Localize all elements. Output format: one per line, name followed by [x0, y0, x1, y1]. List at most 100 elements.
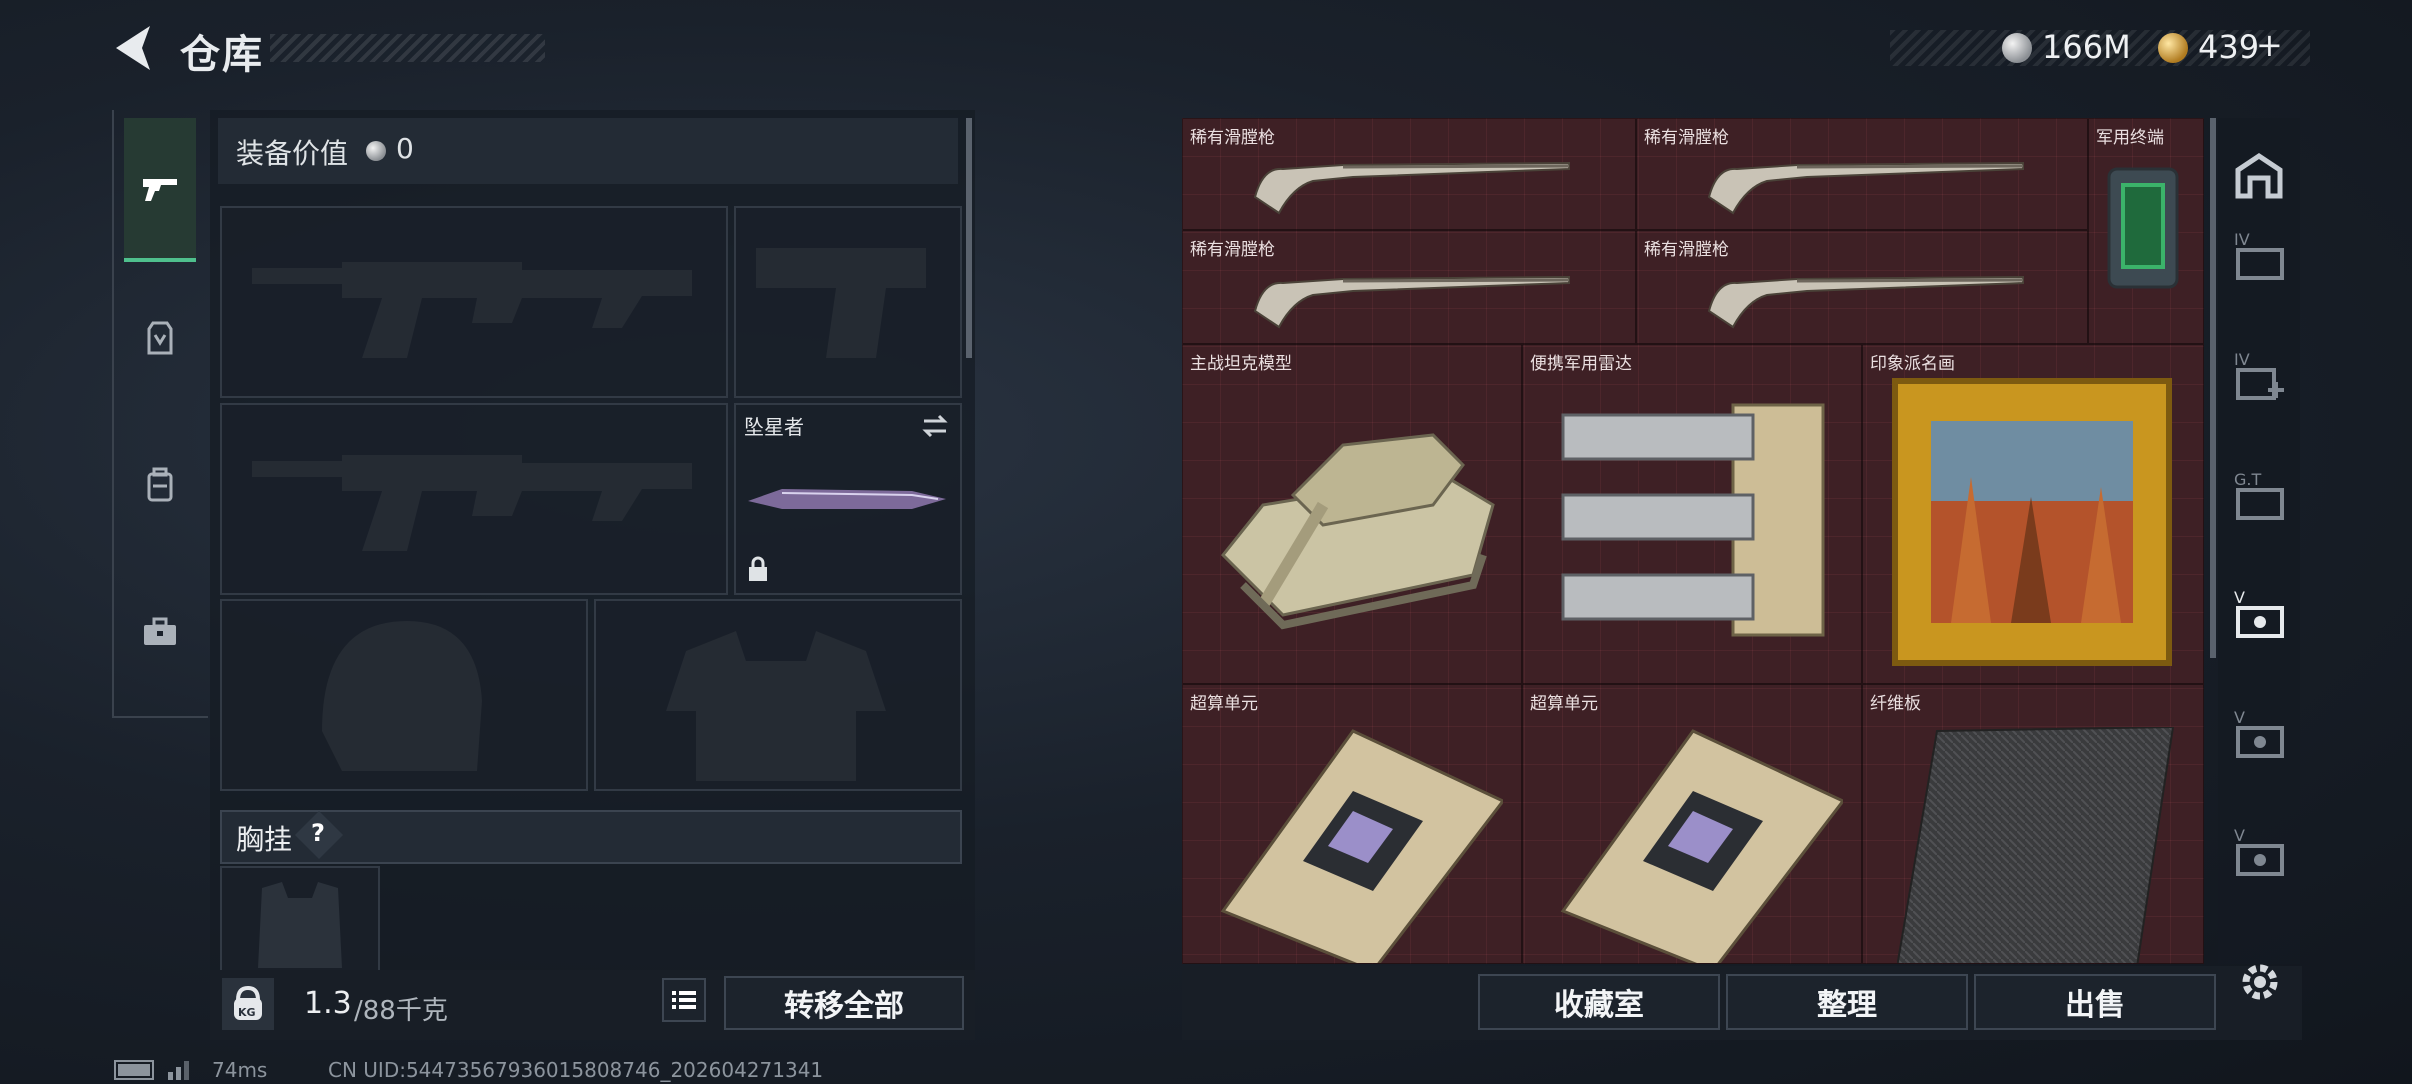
melee-name: 坠星者 — [744, 415, 804, 439]
swap-icon[interactable] — [920, 411, 950, 441]
tab-backpack[interactable] — [124, 415, 196, 555]
supercomputer-unit-icon — [1220, 729, 1503, 963]
equipment-value-label: 装备价值 — [236, 137, 349, 170]
knife-icon — [748, 489, 946, 509]
storage-page-button[interactable]: IV — [2232, 230, 2286, 284]
storage-item[interactable]: 稀有滑膛枪 — [1182, 230, 1636, 344]
item-label: 印象派名画 — [1870, 354, 1955, 374]
rail-tier-label: IV — [2234, 350, 2250, 369]
musket-icon — [1707, 161, 2024, 215]
settings-gear-icon[interactable] — [2236, 958, 2284, 1006]
storage-item[interactable]: 稀有滑膛枪 — [1182, 118, 1636, 230]
pistol-silhouette-icon — [756, 248, 926, 358]
musket-icon — [1707, 275, 2024, 329]
storage-item[interactable]: 超算单元 — [1182, 684, 1522, 964]
list-view-button[interactable] — [662, 978, 706, 1022]
storage-item[interactable]: 印象派名画 — [1862, 344, 2204, 684]
page-title: 仓库 — [180, 32, 264, 78]
transfer-all-button[interactable]: 转移全部 — [724, 976, 964, 1030]
gold-coin-icon — [2158, 33, 2188, 63]
musket-icon — [1253, 275, 1570, 329]
kettlebell-icon — [234, 985, 262, 1020]
item-label: 便携军用雷达 — [1530, 354, 1632, 374]
backpack-icon — [147, 467, 173, 502]
storage-page-button-active[interactable]: V — [2232, 588, 2286, 642]
add-storage-icon — [2236, 368, 2284, 400]
storage-item[interactable]: 主战坦克模型 — [1182, 344, 1522, 684]
equipment-tab-column — [112, 110, 208, 718]
rifle-silhouette-icon — [252, 262, 692, 358]
player-uid: CN UID:54473567936015808746_202604271341 — [328, 1058, 824, 1082]
gun-storage-icon — [2236, 488, 2284, 520]
storage-item[interactable]: 稀有滑膛枪 — [1636, 118, 2088, 230]
storage-grid: 稀有滑膛枪 稀有滑膛枪 军用终端 稀有滑膛枪 稀有滑膛枪 主战坦克模型 便携军用… — [1182, 118, 2204, 964]
sidearm-slot[interactable] — [734, 206, 962, 398]
fiberboard-icon — [1897, 727, 2175, 963]
silver-amount: 166M — [2042, 28, 2131, 66]
storage-item[interactable]: 稀有滑膛枪 — [1636, 230, 2088, 344]
storage-item[interactable]: 纤维板 — [1862, 684, 2204, 964]
storage-box-icon — [2236, 726, 2284, 758]
helmet-slot[interactable] — [220, 599, 588, 791]
tank-model-icon — [1220, 433, 1495, 630]
vest-silhouette-icon — [666, 631, 886, 781]
lock-icon — [749, 556, 767, 581]
tab-armor[interactable] — [124, 268, 196, 408]
storage-item[interactable]: 超算单元 — [1522, 684, 1862, 964]
warehouse-icon[interactable] — [2232, 148, 2286, 202]
list-icon — [672, 991, 696, 1009]
primary-weapon-slot[interactable] — [220, 206, 728, 398]
armor-icon — [147, 321, 173, 355]
military-terminal-icon — [2107, 167, 2179, 289]
collection-room-button[interactable]: 收藏室 — [1478, 974, 1720, 1030]
weight-icon — [222, 978, 274, 1030]
gold-amount: 439 — [2198, 28, 2260, 66]
weight-max: /88千克 — [354, 996, 448, 1026]
signal-icon — [168, 1061, 189, 1080]
storage-page-button[interactable]: V — [2232, 708, 2286, 762]
weight-icon-text: KG — [238, 1006, 256, 1019]
storage-item[interactable]: 军用终端 — [2088, 118, 2204, 344]
title-decoration — [270, 34, 545, 62]
helmet-silhouette-icon — [322, 621, 482, 771]
silver-coin-icon — [2002, 33, 2032, 63]
item-label: 纤维板 — [1870, 694, 1921, 714]
chest-rig-label: 胸挂 — [236, 823, 293, 856]
impressionist-painting-icon — [1892, 378, 2172, 666]
body-armor-slot[interactable] — [594, 599, 962, 791]
rail-tier-label: V — [2234, 708, 2245, 727]
melee-slot[interactable]: 坠星者 — [734, 403, 962, 595]
battery-icon — [114, 1060, 154, 1080]
item-label: 主战坦克模型 — [1190, 354, 1292, 374]
pistol-icon — [143, 179, 177, 201]
storage-box-icon — [2236, 606, 2284, 638]
rifle-silhouette-icon — [252, 455, 692, 551]
equipment-scrollbar[interactable] — [966, 118, 972, 358]
sell-button[interactable]: 出售 — [1974, 974, 2216, 1030]
chest-rig-slot[interactable] — [220, 866, 380, 974]
add-gold-button[interactable]: + — [2256, 26, 2283, 64]
organize-button[interactable]: 整理 — [1726, 974, 1968, 1030]
storage-page-button[interactable]: IV — [2232, 350, 2286, 404]
tab-case[interactable] — [124, 562, 196, 702]
storage-box-icon — [2236, 844, 2284, 876]
rail-tier-label: V — [2234, 588, 2245, 607]
back-button[interactable] — [110, 22, 156, 74]
tab-weapons[interactable] — [124, 118, 196, 262]
storage-page-button[interactable]: V — [2232, 826, 2286, 880]
portable-radar-icon — [1561, 403, 1825, 637]
value-coin-icon — [366, 141, 386, 161]
back-arrow-icon — [116, 26, 150, 70]
briefcase-icon — [144, 617, 176, 645]
help-icon: ? — [311, 819, 325, 847]
musket-icon — [1253, 161, 1570, 215]
chest-rig-silhouette-icon — [258, 882, 342, 968]
rail-tier-label: V — [2234, 826, 2245, 845]
storage-item[interactable]: 便携军用雷达 — [1522, 344, 1862, 684]
ping-display: 74ms — [212, 1058, 268, 1082]
storage-page-button[interactable]: G.T — [2232, 470, 2286, 524]
secondary-weapon-slot[interactable] — [220, 403, 728, 595]
item-label: 军用终端 — [2096, 128, 2164, 148]
storage-scrollbar[interactable] — [2210, 118, 2216, 658]
storage-page-rail: IV IV G.T V V V — [2218, 118, 2300, 964]
